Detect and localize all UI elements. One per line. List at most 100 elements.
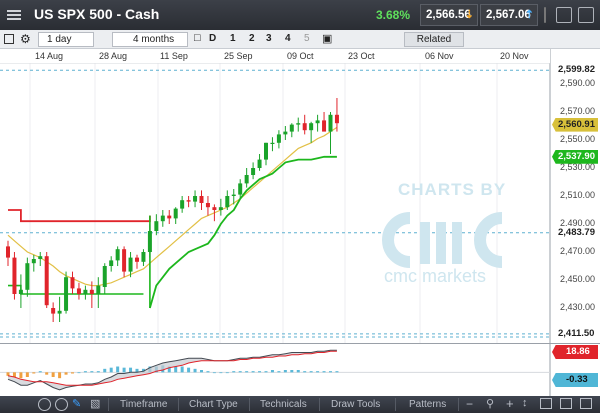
candle-body bbox=[173, 208, 178, 219]
cmc-logo bbox=[382, 212, 503, 268]
divider bbox=[544, 7, 546, 23]
date-tick: 25 Sep bbox=[224, 51, 253, 61]
layout-icon[interactable] bbox=[560, 398, 572, 409]
histogram-bar bbox=[303, 371, 307, 373]
candle-body bbox=[122, 249, 127, 272]
chart-type-1[interactable]: 1 bbox=[230, 33, 236, 44]
camera-icon[interactable]: ▣ bbox=[322, 32, 332, 45]
candle-body bbox=[109, 260, 114, 266]
chart-window: US SPX 500 - Cash 3.68% 2,566.56 ⇣ 2,567… bbox=[0, 0, 600, 413]
candle-body bbox=[51, 308, 56, 314]
histogram-bar bbox=[290, 370, 294, 373]
menu-icon[interactable] bbox=[2, 3, 26, 27]
interval-select[interactable]: 1 day bbox=[38, 32, 94, 47]
zoom-out-icon[interactable]: − bbox=[466, 397, 473, 411]
chart-type-4[interactable]: 4 bbox=[285, 33, 291, 44]
candle-body bbox=[135, 257, 139, 262]
histogram-bar bbox=[116, 366, 120, 373]
chart-type-menu[interactable]: Chart Type bbox=[189, 399, 238, 410]
technicals-menu[interactable]: Technicals bbox=[260, 399, 307, 410]
chart-type-d[interactable]: D bbox=[209, 33, 216, 44]
date-tick: 11 Sep bbox=[160, 51, 188, 61]
histogram-bar bbox=[51, 372, 55, 377]
candle-body bbox=[251, 168, 256, 175]
histogram-bar bbox=[238, 371, 242, 373]
histogram-bar bbox=[264, 371, 268, 373]
candle-body bbox=[264, 142, 268, 160]
candle-body bbox=[25, 263, 30, 290]
candle-body bbox=[83, 289, 88, 294]
chart-type-3[interactable]: 3 bbox=[266, 33, 272, 44]
histogram-bar bbox=[225, 372, 229, 374]
chart-settings-icon[interactable] bbox=[4, 34, 14, 44]
draw-tools-menu[interactable]: Draw Tools bbox=[331, 399, 380, 410]
trash-icon[interactable]: ▧ bbox=[90, 397, 100, 410]
histogram-bar bbox=[206, 371, 210, 373]
calendar-icon[interactable]: □ bbox=[194, 32, 201, 44]
histogram-bar bbox=[245, 371, 249, 373]
price-tick: 2,450.00 bbox=[560, 274, 596, 284]
collapse-icon[interactable]: ↕ bbox=[522, 397, 528, 409]
price-chart[interactable] bbox=[0, 49, 600, 343]
candle-body bbox=[334, 114, 339, 124]
candle-body bbox=[102, 266, 107, 287]
candle-body bbox=[12, 257, 17, 294]
histogram-bar bbox=[45, 372, 49, 375]
moving-average-line bbox=[7, 126, 338, 287]
cancel-icon[interactable] bbox=[55, 398, 68, 411]
sell-price-button[interactable]: 2,566.56 ⇣ bbox=[420, 4, 478, 26]
restore-window-icon[interactable] bbox=[556, 7, 572, 23]
histogram-bar bbox=[193, 368, 197, 373]
fullscreen-icon[interactable] bbox=[540, 398, 552, 409]
candle-body bbox=[193, 196, 198, 202]
chart-type-2[interactable]: 2 bbox=[249, 33, 255, 44]
watermark-text: CHARTS BY bbox=[398, 180, 507, 199]
histogram-bar bbox=[103, 368, 107, 373]
chart-type-5[interactable]: 5 bbox=[304, 33, 310, 44]
mid-price-tag: 2,483.79 bbox=[552, 225, 598, 240]
histogram-bar bbox=[258, 371, 262, 373]
histogram-bar bbox=[6, 372, 10, 376]
zoom-in-icon[interactable]: + bbox=[506, 396, 514, 411]
candle-body bbox=[205, 203, 210, 208]
histogram-bar bbox=[58, 372, 62, 379]
histogram-bar bbox=[122, 367, 126, 373]
histogram-bar bbox=[64, 372, 68, 375]
candle-body bbox=[64, 277, 69, 311]
export-icon[interactable] bbox=[580, 398, 592, 409]
histogram-bar bbox=[335, 371, 339, 373]
histogram-bar bbox=[316, 371, 320, 373]
candle-body bbox=[289, 124, 294, 132]
candle-body bbox=[31, 259, 36, 264]
chart-toolbar: ⚙ 1 day 4 months □ D 1 2 3 4 5 ▣ Related bbox=[0, 30, 600, 49]
histogram-bar bbox=[187, 367, 191, 373]
candle-body bbox=[57, 310, 62, 314]
histogram-bar bbox=[283, 370, 287, 373]
candle-body bbox=[160, 215, 165, 222]
candle-body bbox=[89, 289, 94, 294]
search-icon[interactable]: ⚲ bbox=[486, 397, 494, 410]
histogram-bar bbox=[90, 371, 94, 373]
close-window-icon[interactable] bbox=[578, 7, 594, 23]
candle-body bbox=[231, 194, 236, 196]
candle-body bbox=[270, 142, 275, 144]
price-tick: 2,590.00 bbox=[560, 78, 596, 88]
related-button[interactable]: Related bbox=[404, 32, 464, 47]
patterns-menu[interactable]: Patterns bbox=[409, 399, 446, 410]
refresh-icon[interactable] bbox=[38, 398, 51, 411]
histogram-bar bbox=[322, 371, 326, 373]
histogram-bar bbox=[174, 366, 178, 373]
pencil-icon[interactable]: ✎ bbox=[72, 397, 81, 410]
histogram-bar bbox=[77, 372, 81, 374]
candle-body bbox=[218, 207, 223, 210]
price-tick: 2,430.00 bbox=[560, 302, 596, 312]
gear-icon[interactable]: ⚙ bbox=[20, 32, 31, 46]
range-select[interactable]: 4 months bbox=[112, 32, 188, 47]
buy-price-button[interactable]: 2,567.06 ⇡ bbox=[480, 4, 538, 26]
macd-panel[interactable] bbox=[0, 343, 600, 396]
candle-body bbox=[238, 183, 243, 195]
candle-body bbox=[315, 120, 320, 124]
histogram-bar bbox=[277, 371, 281, 373]
histogram-bar bbox=[329, 371, 332, 373]
timeframe-menu[interactable]: Timeframe bbox=[120, 399, 167, 410]
